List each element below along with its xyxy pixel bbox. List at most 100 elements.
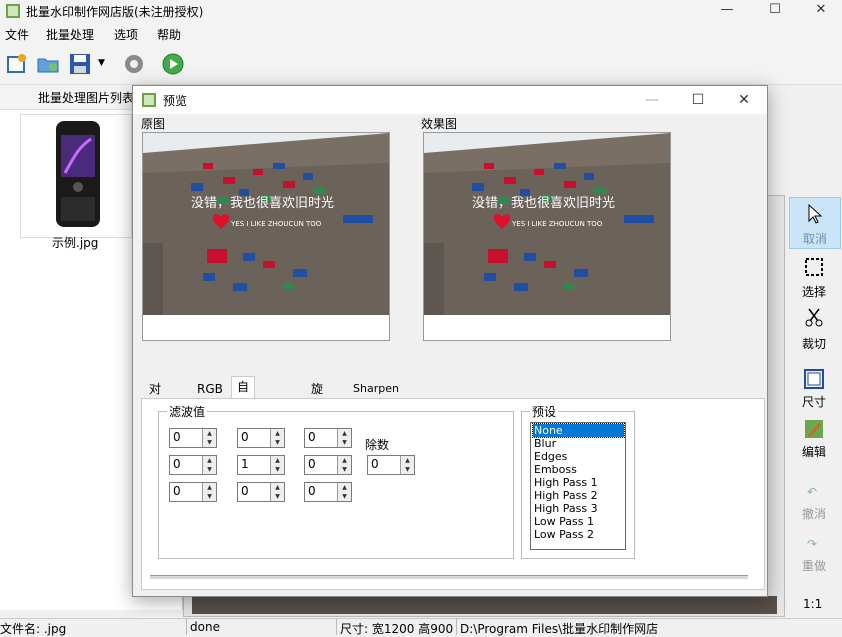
matrix-cell-2-2[interactable]: 0 ▲ ▼ (304, 482, 352, 502)
matrix-cell-0-2[interactable]: 0 ▲ ▼ (304, 428, 352, 448)
tab-sharpen[interactable]: Sharpen (347, 378, 405, 400)
list-item[interactable] (20, 114, 132, 238)
tool-panel: 取消 选择 裁切 尺寸 编辑 ↶ 撤消 ↷ 重做 1:1 (787, 195, 842, 615)
phone-thumbnail (56, 121, 100, 227)
open-folder-icon[interactable] (36, 52, 60, 76)
preset-item-none[interactable]: None (532, 423, 625, 438)
spin-down-icon[interactable]: ▼ (337, 438, 351, 447)
matrix-cell-0-0[interactable]: 0 ▲ ▼ (169, 428, 217, 448)
tool-select[interactable]: 选择 (789, 251, 839, 301)
list-header-label: 批量处理图片列表 (38, 91, 135, 105)
preset-group: 预设 None Blur Edges Emboss High Pass 1 Hi… (521, 403, 635, 559)
scissors-icon (805, 308, 823, 327)
spin-down-icon[interactable]: ▼ (270, 465, 284, 474)
cursor-icon (808, 204, 823, 224)
new-image-icon[interactable] (5, 52, 29, 76)
dialog-app-icon (142, 93, 156, 107)
preset-item-edges[interactable]: Edges (533, 450, 624, 463)
spin-down-icon[interactable]: ▼ (202, 438, 216, 447)
dialog-minimize-button[interactable]: — (629, 88, 675, 112)
tool-resize[interactable]: 尺寸 (789, 367, 839, 417)
status-separator (336, 619, 337, 635)
menu-help[interactable]: 帮助 (157, 26, 181, 43)
save-icon[interactable] (68, 52, 92, 76)
preset-item-highpass3[interactable]: High Pass 3 (533, 502, 624, 515)
dialog-scrollbar[interactable] (150, 575, 748, 579)
close-button[interactable]: ✕ (798, 0, 842, 22)
edit-icon (805, 420, 823, 438)
divisor-input[interactable]: 0 ▲ ▼ (367, 455, 415, 475)
divisor-label: 除数 (365, 438, 390, 452)
minimize-button[interactable]: — (704, 0, 750, 22)
thumb-caption: 示例.jpg (52, 236, 99, 250)
original-label: 原图 (141, 117, 166, 131)
select-rect-icon (805, 258, 823, 276)
tool-undo[interactable]: ↶ 撤消 (789, 485, 839, 535)
filter-values-group: 滤波值 0 ▲ ▼ 0 ▲ ▼ 0 ▲ ▼ 0 ▲ ▼ 1 ▲ ▼ 0 ▲ ▼ 0 ▲ ▼ 0 ▲ ▼ 0 ▲ ▼ … (158, 403, 514, 559)
status-path: D:\Program Files\批量水印制作网店 (460, 622, 659, 636)
preset-item-highpass1[interactable]: High Pass 1 (533, 476, 624, 489)
canvas-image-edge (192, 596, 777, 614)
matrix-cell-1-1[interactable]: 1 ▲ ▼ (237, 455, 285, 475)
spin-down-icon[interactable]: ▼ (270, 438, 284, 447)
preset-item-lowpass2[interactable]: Low Pass 2 (533, 528, 624, 541)
spin-down-icon[interactable]: ▼ (270, 492, 284, 501)
photo-subcaption: YES I LIKE ZHOUCUN TOO (511, 220, 603, 228)
status-filename: 文件名: .jpg (0, 622, 67, 636)
dialog-close-button[interactable]: ✕ (721, 88, 767, 112)
tool-redo[interactable]: ↷ 重做 (789, 537, 839, 587)
matrix-cell-2-1[interactable]: 0 ▲ ▼ (237, 482, 285, 502)
preview-dialog: 预览 — ☐ ✕ 原图 效果图 没错，我也很喜欢旧时光 YES I LIKE Z… (132, 85, 768, 597)
undo-icon: ↶ (807, 485, 818, 499)
dialog-maximize-button[interactable]: ☐ (675, 88, 721, 112)
menu-file[interactable]: 文件 (5, 26, 29, 43)
gear-icon[interactable] (122, 52, 146, 76)
original-photo: 没错，我也很喜欢旧时光 YES I LIKE ZHOUCUN TOO (143, 133, 389, 315)
preset-item-highpass2[interactable]: High Pass 2 (533, 489, 624, 502)
spin-down-icon[interactable]: ▼ (337, 492, 351, 501)
menu-bar: 文件 批量处理 选项 帮助 (0, 22, 842, 44)
photo-subcaption: YES I LIKE ZHOUCUN TOO (230, 220, 322, 228)
status-separator (456, 619, 457, 635)
play-icon[interactable] (161, 52, 185, 76)
status-size: 尺寸: 宽1200 高900 (340, 622, 454, 636)
tool-crop[interactable]: 裁切 (789, 303, 839, 353)
menu-batch[interactable]: 批量处理 (46, 26, 94, 43)
spin-down-icon[interactable]: ▼ (202, 465, 216, 474)
filter-group-label: 滤波值 (167, 403, 208, 420)
tab-rgb[interactable]: RGB (191, 378, 229, 400)
result-photo: 没错，我也很喜欢旧时光 YES I LIKE ZHOUCUN TOO (424, 133, 670, 315)
spin-down-icon[interactable]: ▼ (400, 465, 414, 474)
matrix-cell-0-1[interactable]: 0 ▲ ▼ (237, 428, 285, 448)
tab-content: 滤波值 0 ▲ ▼ 0 ▲ ▼ 0 ▲ ▼ 0 ▲ ▼ 1 ▲ ▼ 0 ▲ ▼ 0 ▲ ▼ 0 ▲ ▼ 0 ▲ ▼ … (141, 398, 765, 590)
status-separator (186, 619, 187, 635)
preset-group-label: 预设 (530, 403, 559, 420)
preset-item-emboss[interactable]: Emboss (533, 463, 624, 476)
tab-custom-filter[interactable]: 自定义过滤 (231, 376, 256, 474)
spin-down-icon[interactable]: ▼ (337, 465, 351, 474)
tab-rotate[interactable]: 旋转 (305, 378, 329, 416)
preset-item-blur[interactable]: Blur (533, 437, 624, 450)
spin-down-icon[interactable]: ▼ (202, 492, 216, 501)
result-image-frame: 没错，我也很喜欢旧时光 YES I LIKE ZHOUCUN TOO (423, 132, 671, 341)
status-bar: 文件名: .jpg done 尺寸: 宽1200 高900 D:\Program… (0, 618, 842, 636)
tool-edit[interactable]: 编辑 (789, 419, 839, 469)
dialog-title: 预览 (163, 94, 188, 108)
app-title: 批量水印制作网店版(未注册授权) (26, 5, 204, 19)
matrix-cell-1-2[interactable]: 0 ▲ ▼ (304, 455, 352, 475)
matrix-cell-1-0[interactable]: 0 ▲ ▼ (169, 455, 217, 475)
chevron-down-icon[interactable]: ▼ (98, 58, 105, 68)
preset-list[interactable]: None Blur Edges Emboss High Pass 1 High … (530, 422, 626, 550)
maximize-button[interactable]: ☐ (752, 0, 798, 22)
zoom-level: 1:1 (803, 597, 823, 611)
matrix-cell-2-0[interactable]: 0 ▲ ▼ (169, 482, 217, 502)
main-title-bar: 批量水印制作网店版(未注册授权) — ☐ ✕ (0, 0, 842, 22)
preset-item-lowpass1[interactable]: Low Pass 1 (533, 515, 624, 528)
dialog-title-bar: 预览 — ☐ ✕ (133, 86, 767, 114)
redo-icon: ↷ (807, 537, 818, 551)
menu-options[interactable]: 选项 (114, 26, 138, 43)
resize-icon (804, 369, 824, 389)
tab-contrast[interactable]: 对比度 (143, 378, 167, 436)
photo-caption: 没错，我也很喜欢旧时光 (191, 196, 334, 211)
tool-cancel[interactable]: 取消 (789, 197, 841, 249)
